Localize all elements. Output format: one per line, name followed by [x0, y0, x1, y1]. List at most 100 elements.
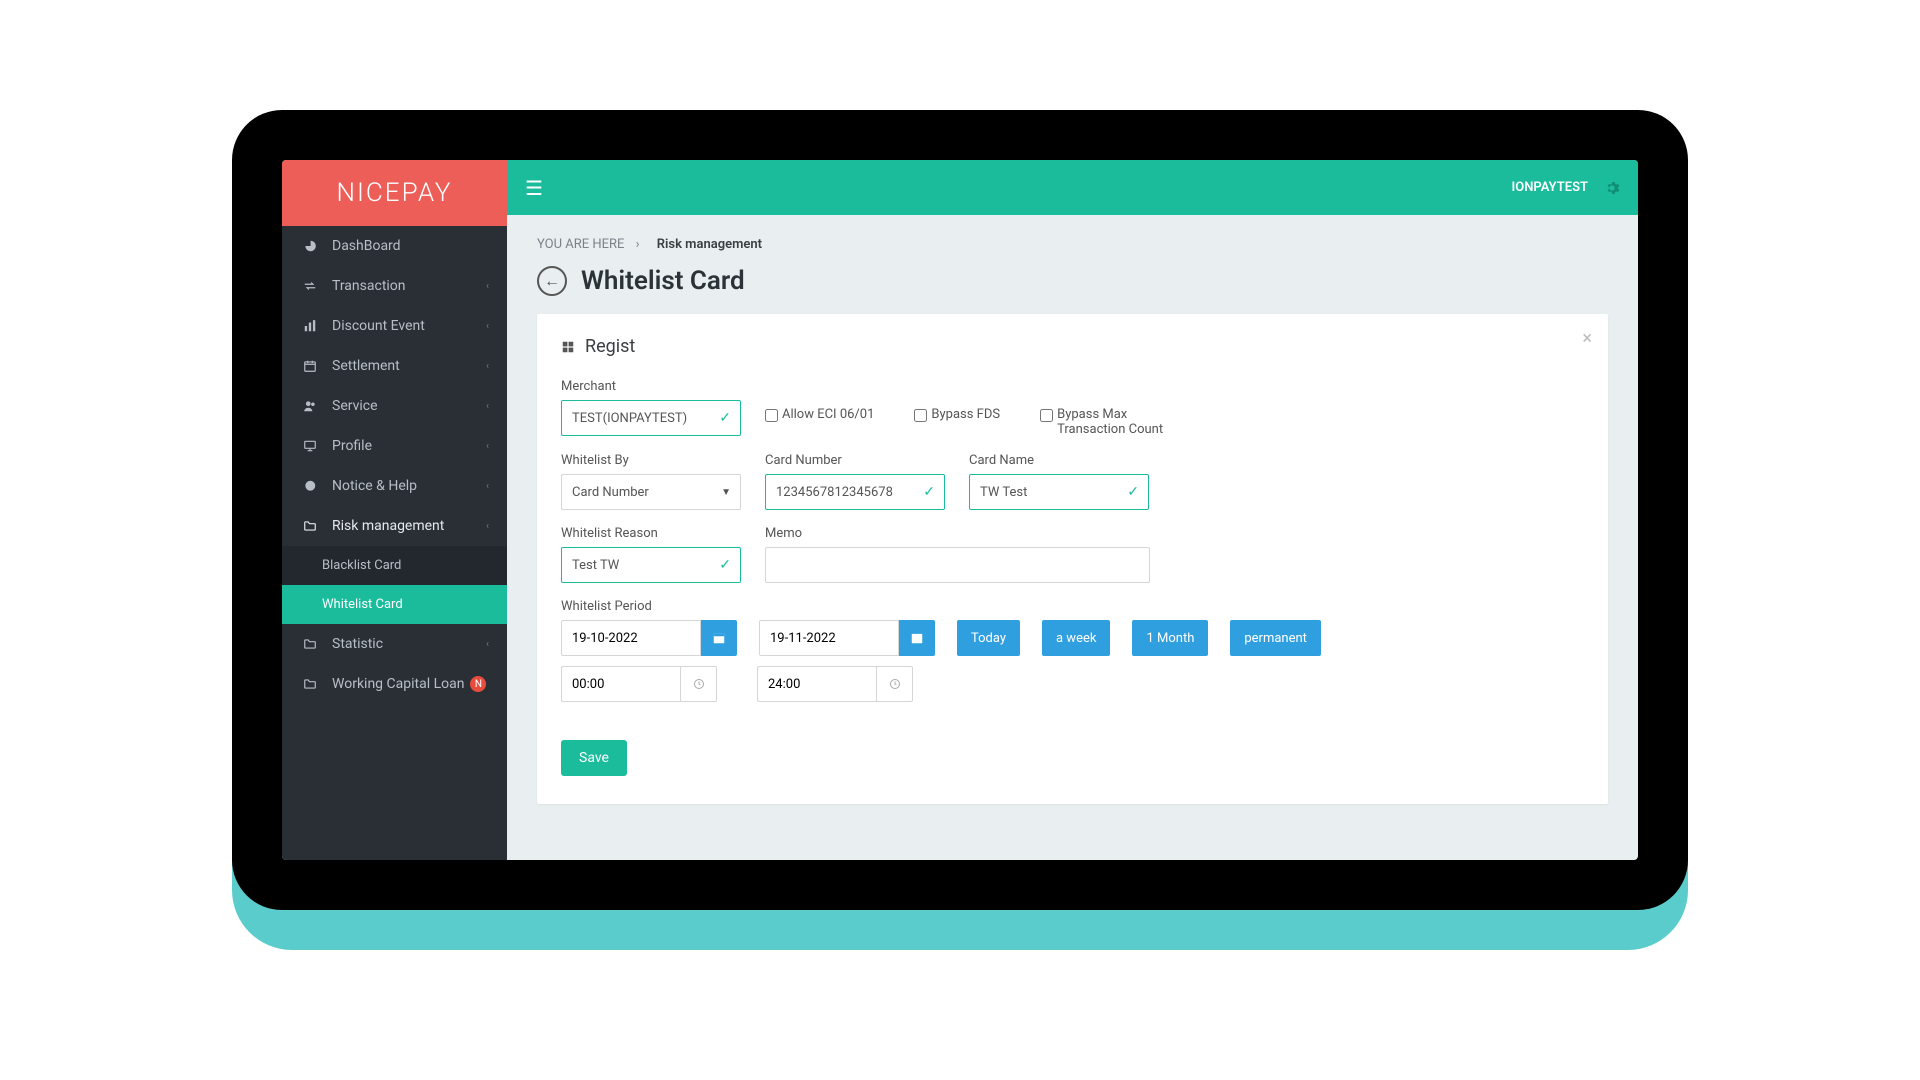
check-icon: ✓: [1127, 484, 1139, 500]
breadcrumb-prefix: YOU ARE HERE: [537, 237, 624, 252]
sidebar: NICEPAY DashBoard Transaction ‹ Discount…: [282, 160, 507, 860]
panel-title: Regist: [585, 336, 635, 357]
sidebar-item-label: Statistic: [332, 636, 383, 652]
checkbox-allow-eci[interactable]: Allow ECI 06/01: [765, 407, 874, 422]
clock-icon[interactable]: [681, 666, 717, 702]
sidebar-submenu-risk: Blacklist Card Whitelist Card: [282, 546, 507, 624]
menu-toggle-icon[interactable]: ☰: [525, 176, 543, 200]
chevron-left-icon: ‹: [486, 639, 489, 650]
chevron-left-icon: ‹: [486, 321, 489, 332]
card-name-label: Card Name: [969, 453, 1149, 468]
calendar-icon: [300, 359, 320, 373]
folder-icon: [300, 519, 320, 533]
grid-icon: [561, 340, 575, 354]
nav-menu: DashBoard Transaction ‹ Discount Event ‹…: [282, 226, 507, 860]
check-icon: ✓: [923, 484, 935, 500]
whitelist-by-select[interactable]: [561, 474, 741, 510]
panel-title-row: Regist: [561, 336, 1584, 357]
sidebar-item-discount-event[interactable]: Discount Event ‹: [282, 306, 507, 346]
topbar: ☰ IONPAYTEST: [507, 160, 1638, 215]
sidebar-subitem-blacklist[interactable]: Blacklist Card: [282, 546, 507, 585]
sidebar-item-risk-management[interactable]: Risk management ‹: [282, 506, 507, 546]
check-icon: ✓: [719, 557, 731, 573]
sidebar-item-label: Profile: [332, 438, 372, 454]
folder-icon: [300, 637, 320, 651]
memo-label: Memo: [765, 526, 1150, 541]
chevron-left-icon: ‹: [486, 361, 489, 372]
bar-chart-icon: [300, 319, 320, 333]
start-date-input[interactable]: [561, 620, 701, 656]
quick-week-button[interactable]: a week: [1042, 620, 1110, 656]
start-time-input[interactable]: [561, 666, 681, 702]
sidebar-item-label: Discount Event: [332, 318, 425, 334]
whitelist-period-label: Whitelist Period: [561, 599, 1584, 614]
breadcrumb: YOU ARE HERE › Risk management: [537, 237, 1608, 252]
brand-logo: NICEPAY: [282, 160, 507, 226]
sidebar-item-working-capital-loan[interactable]: Working Capital Loan N: [282, 664, 507, 704]
sidebar-item-label: Whitelist Card: [322, 597, 403, 612]
close-icon[interactable]: ×: [1582, 328, 1592, 349]
end-date-input[interactable]: [759, 620, 899, 656]
card-number-label: Card Number: [765, 453, 945, 468]
quick-permanent-button[interactable]: permanent: [1230, 620, 1321, 656]
memo-input[interactable]: [765, 547, 1150, 583]
dashboard-icon: [300, 239, 320, 253]
whitelist-reason-input[interactable]: [561, 547, 741, 583]
monitor-icon: [300, 439, 320, 453]
check-icon: ✓: [719, 410, 731, 426]
sidebar-item-label: Blacklist Card: [322, 558, 401, 573]
end-date-group: [759, 620, 935, 656]
whitelist-reason-label: Whitelist Reason: [561, 526, 741, 541]
start-date-group: [561, 620, 737, 656]
chevron-left-icon: ‹: [486, 401, 489, 412]
sidebar-subitem-whitelist[interactable]: Whitelist Card: [282, 585, 507, 624]
sidebar-item-service[interactable]: Service ‹: [282, 386, 507, 426]
calendar-icon[interactable]: [899, 620, 935, 656]
merchant-input[interactable]: [561, 400, 741, 436]
quick-month-button[interactable]: 1 Month: [1132, 620, 1208, 656]
breadcrumb-sep: ›: [636, 237, 640, 252]
exchange-icon: [300, 279, 320, 293]
save-button[interactable]: Save: [561, 740, 627, 776]
chevron-left-icon: ‹: [486, 281, 489, 292]
caret-down-icon: ▼: [721, 487, 731, 498]
sidebar-item-dashboard[interactable]: DashBoard: [282, 226, 507, 266]
back-button[interactable]: ←: [537, 266, 567, 296]
gear-icon[interactable]: [1604, 180, 1620, 196]
sidebar-item-label: Working Capital Loan: [332, 676, 464, 692]
checkbox-bypass-max[interactable]: Bypass Max Transaction Count: [1040, 407, 1190, 437]
sidebar-item-label: Risk management: [332, 518, 444, 534]
sidebar-item-settlement[interactable]: Settlement ‹: [282, 346, 507, 386]
chevron-left-icon: ‹: [486, 441, 489, 452]
sidebar-item-notice-help[interactable]: Notice & Help ‹: [282, 466, 507, 506]
start-time-group: [561, 666, 717, 702]
quick-today-button[interactable]: Today: [957, 620, 1020, 656]
new-badge: N: [470, 676, 486, 692]
calendar-icon[interactable]: [701, 620, 737, 656]
sidebar-item-profile[interactable]: Profile ‹: [282, 426, 507, 466]
whitelist-by-label: Whitelist By: [561, 453, 741, 468]
end-time-group: [757, 666, 913, 702]
users-icon: [300, 399, 320, 413]
end-time-input[interactable]: [757, 666, 877, 702]
page-title: Whitelist Card: [581, 266, 745, 296]
sidebar-item-transaction[interactable]: Transaction ‹: [282, 266, 507, 306]
topbar-username[interactable]: IONPAYTEST: [1512, 180, 1588, 195]
chat-icon: [300, 479, 320, 493]
sidebar-item-label: DashBoard: [332, 238, 401, 254]
main-pane: ☰ IONPAYTEST YOU ARE HERE › Risk managem…: [507, 160, 1638, 860]
checkbox-input[interactable]: [1040, 409, 1053, 422]
sidebar-item-label: Notice & Help: [332, 478, 417, 494]
checkbox-input[interactable]: [765, 409, 778, 422]
sidebar-item-statistic[interactable]: Statistic ‹: [282, 624, 507, 664]
checkbox-bypass-fds[interactable]: Bypass FDS: [914, 407, 1000, 422]
merchant-label: Merchant: [561, 379, 741, 394]
checkbox-input[interactable]: [914, 409, 927, 422]
chevron-left-icon: ‹: [486, 481, 489, 492]
card-number-input[interactable]: [765, 474, 945, 510]
chevron-left-icon: ‹: [486, 521, 489, 532]
clock-icon[interactable]: [877, 666, 913, 702]
card-name-input[interactable]: [969, 474, 1149, 510]
sidebar-item-label: Settlement: [332, 358, 400, 374]
breadcrumb-current: Risk management: [657, 237, 762, 252]
